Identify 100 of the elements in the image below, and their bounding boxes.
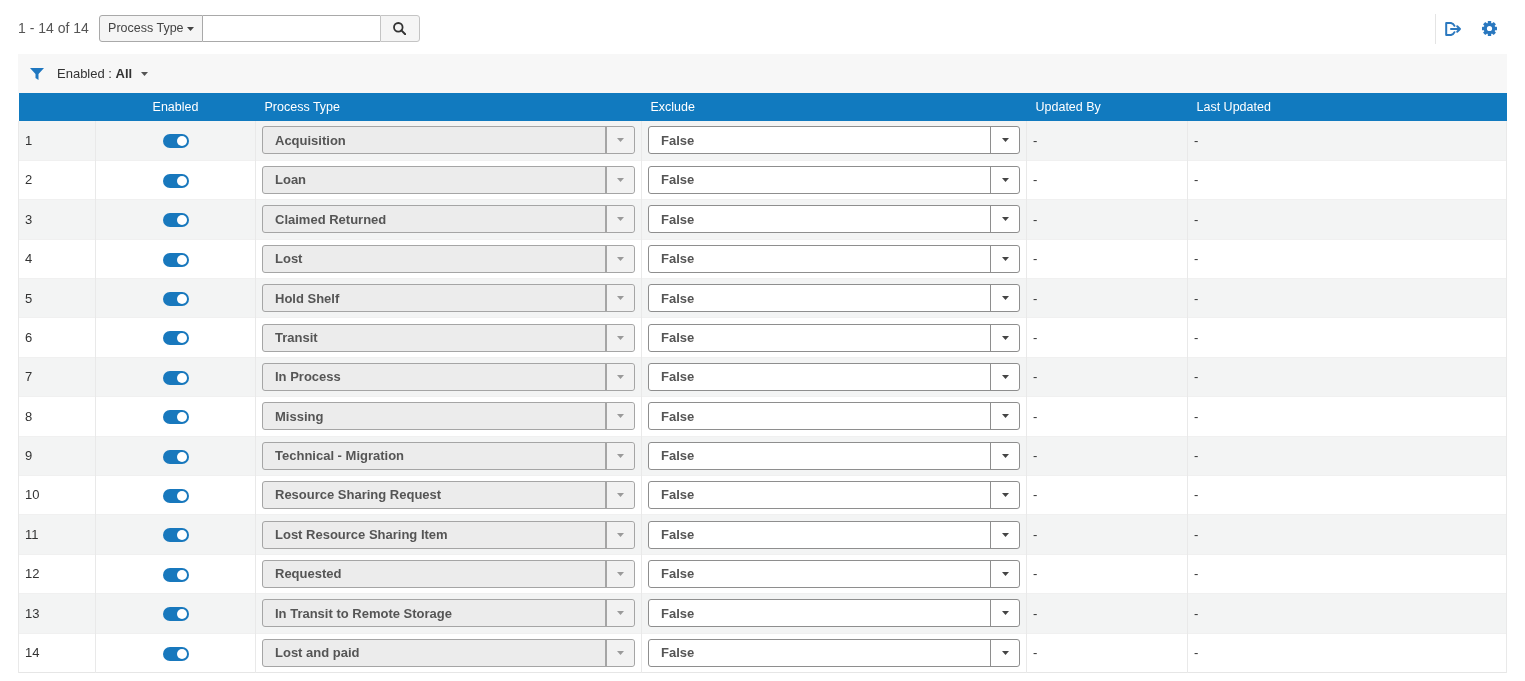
toggle-switch[interactable] [162,331,189,346]
table-cell: - [1033,172,1038,188]
caret-icon [617,335,624,340]
exclude-select[interactable]: False [648,481,1020,510]
table-cell: - [1194,448,1199,464]
table-cell: - [1033,251,1038,267]
table-cell: - [1033,566,1038,582]
caret-icon [1001,453,1009,458]
caret-icon [141,71,149,76]
exclude-select[interactable]: False [648,599,1020,628]
exclude-select[interactable]: False [648,126,1020,155]
toggle-switch[interactable] [162,567,189,582]
toggle-switch[interactable] [162,370,189,385]
caret-icon [617,611,624,616]
caret-icon [617,375,624,380]
row-number: 14 [25,645,40,660]
exclude-select[interactable]: False [648,402,1020,431]
toggle-switch[interactable] [162,489,189,503]
table-cell: - [1194,526,1199,542]
table-cell: - [1194,566,1199,582]
table-cell: - [1033,408,1038,424]
result-count: 1 - 14 of 14 [18,19,89,38]
toggle-switch[interactable] [162,607,189,622]
exclude-select[interactable]: False [648,441,1020,470]
toggle-switch[interactable] [162,134,189,149]
caret-icon [617,296,624,301]
table-cell: - [1033,329,1038,345]
toggle-switch[interactable] [162,449,189,464]
caret-icon [1001,572,1009,576]
row-number: 7 [25,369,33,385]
row-number: 12 [25,566,40,582]
toggle-switch[interactable] [162,292,189,307]
table-cell: - [1194,605,1199,621]
caret-icon [617,138,624,143]
caret-icon [1001,178,1009,183]
exclude-select[interactable]: False [648,284,1020,313]
caret-icon [1001,256,1009,261]
table-cell: - [1194,172,1199,188]
caret-icon [1001,650,1009,655]
caret-icon [1001,611,1009,616]
search-scope-dropdown[interactable]: Process Type [98,15,203,42]
table-cell: - [1033,369,1038,385]
toggle-switch[interactable] [162,528,189,543]
table-cell: - [1194,132,1199,148]
exclude-select[interactable]: False [648,560,1020,588]
row-number: 5 [25,290,33,306]
enabled-filter-dropdown[interactable]: Enabled : All [57,63,149,84]
toggle-switch[interactable] [162,410,189,425]
exclude-select[interactable]: False [648,363,1020,392]
table-cell: - [1194,408,1199,424]
column-header: Exclude [650,99,695,114]
exclude-select[interactable]: False [648,166,1020,195]
caret-icon [1001,532,1009,537]
table-cell: - [1194,211,1199,227]
caret-icon [617,650,624,655]
exclude-select[interactable]: False [648,205,1020,234]
column-header: Process Type [264,99,340,114]
caret-icon [1001,217,1009,222]
table-cell: - [1033,211,1038,227]
table-cell: - [1033,448,1038,464]
row-number: 9 [25,448,33,464]
table-cell: - [1194,329,1199,345]
toggle-switch[interactable] [162,173,189,188]
caret-icon [617,256,624,261]
exclude-select[interactable]: False [648,520,1020,549]
filter-icon [30,67,44,80]
table-cell: - [1194,290,1199,306]
caret-icon [1001,138,1009,143]
row-number: 2 [25,172,33,188]
export-button[interactable] [1445,21,1462,36]
table-cell: - [1033,605,1038,621]
toggle-switch[interactable] [162,213,189,228]
table-cell: - [1033,132,1038,148]
settings-icon [1482,21,1497,36]
column-header: Updated By [1035,99,1101,114]
toggle-switch[interactable] [162,646,189,661]
table-cell: - [1033,645,1038,660]
caret-icon [186,26,194,31]
row-number: 1 [25,132,33,148]
toggle-switch[interactable] [162,252,189,267]
row-number: 6 [25,329,33,345]
search-button[interactable] [379,15,420,42]
caret-icon [617,453,624,458]
caret-icon [617,178,624,183]
exclude-select[interactable]: False [648,244,1020,273]
caret-icon [617,493,624,498]
row-number: 11 [25,526,39,542]
row-number: 13 [25,605,40,621]
column-header: Enabled [152,99,199,114]
caret-icon [1001,493,1009,498]
settings-button[interactable] [1482,21,1497,36]
caret-icon [617,217,624,222]
exclude-select[interactable]: False [648,638,1020,667]
caret-icon [1001,296,1009,301]
table-cell: - [1033,526,1038,542]
search-field[interactable] [202,15,380,42]
caret-icon [617,414,624,419]
table-cell: - [1194,487,1199,503]
caret-icon [617,572,624,576]
exclude-select[interactable]: False [648,323,1020,352]
